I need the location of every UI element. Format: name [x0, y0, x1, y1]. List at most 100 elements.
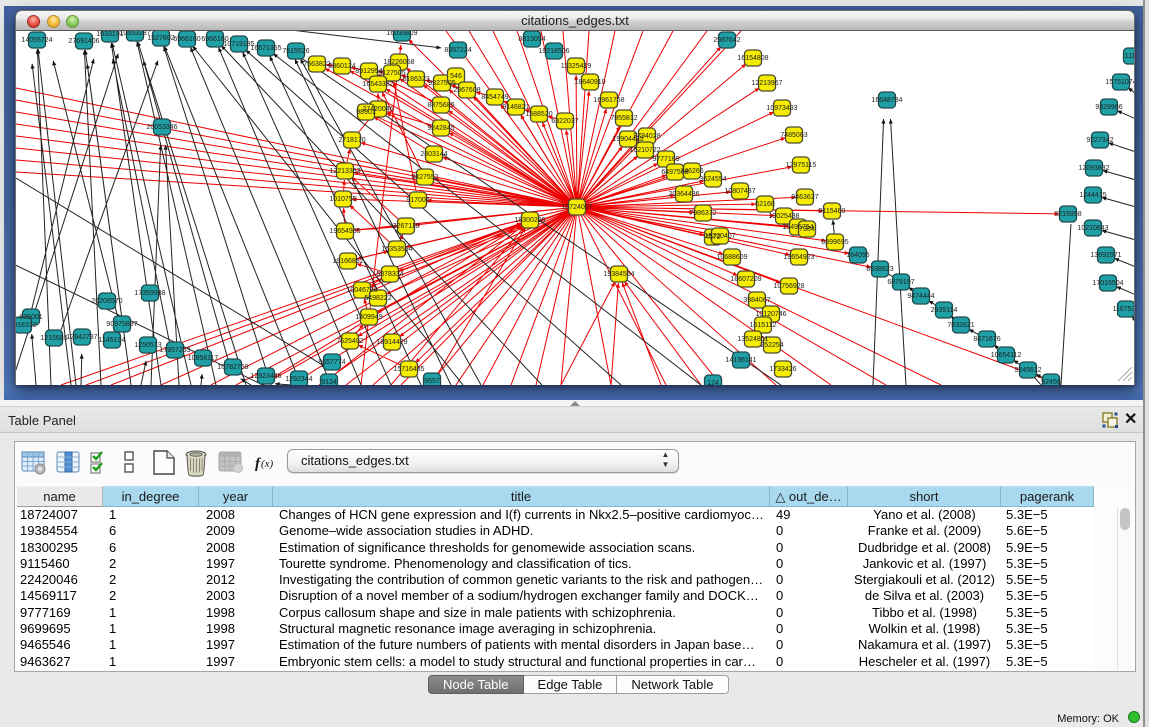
- svg-text:15751074: 15751074: [1105, 79, 1135, 86]
- svg-text:9463627: 9463627: [791, 194, 818, 201]
- svg-text:9657: 9657: [424, 378, 440, 385]
- svg-text:1215685: 1215685: [40, 335, 67, 342]
- svg-text:1409949: 1409949: [355, 314, 382, 321]
- svg-text:15716485: 15716485: [393, 366, 424, 373]
- svg-text:3984067: 3984067: [743, 297, 770, 304]
- svg-text:9474444: 9474444: [907, 293, 934, 300]
- svg-text:18226058: 18226058: [383, 59, 414, 66]
- svg-text:7515526: 7515526: [282, 48, 309, 55]
- svg-text:2803144: 2803144: [420, 151, 447, 158]
- svg-text:1527602: 1527602: [147, 35, 174, 42]
- svg-text:1292344: 1292344: [285, 376, 312, 383]
- svg-text:9777169: 9777169: [652, 156, 679, 163]
- svg-text:62160: 62160: [755, 201, 775, 208]
- svg-text:19654923: 19654923: [783, 254, 814, 261]
- svg-text:546: 546: [450, 73, 462, 80]
- svg-text:19654935: 19654935: [329, 228, 360, 235]
- svg-text:19384554: 19384554: [603, 271, 634, 278]
- svg-text:1733426: 1733426: [769, 366, 796, 373]
- svg-text:16154808: 16154808: [737, 55, 768, 62]
- svg-text:10688609: 10688609: [716, 254, 747, 261]
- svg-text:2935114: 2935114: [931, 307, 958, 314]
- svg-text:8813054: 8813054: [518, 36, 545, 43]
- svg-text:2987642: 2987642: [713, 37, 740, 44]
- svg-text:18607209: 18607209: [730, 276, 761, 283]
- svg-text:17359938: 17359938: [134, 290, 165, 297]
- svg-text:15720407: 15720407: [704, 233, 735, 240]
- svg-text:9242845: 9242845: [427, 125, 454, 132]
- svg-text:1010755: 1010755: [329, 196, 356, 203]
- svg-text:124: 124: [707, 380, 719, 385]
- svg-text:917006: 917006: [406, 197, 429, 204]
- svg-text:10210643: 10210643: [1077, 225, 1108, 232]
- svg-text:16914479: 16914479: [376, 339, 407, 346]
- svg-text:10654112: 10654112: [991, 352, 1022, 359]
- svg-text:8471676: 8471676: [973, 336, 1000, 343]
- svg-text:9115460: 9115460: [819, 208, 846, 215]
- svg-text:10807487: 10807487: [724, 188, 755, 195]
- svg-text:252254: 252254: [760, 342, 783, 349]
- svg-text:8357224: 8357224: [444, 47, 471, 54]
- svg-text:17957253: 17957253: [159, 347, 190, 354]
- svg-text:10025438: 10025438: [768, 213, 799, 220]
- svg-text:5498222: 5498222: [364, 295, 391, 302]
- svg-text:11325419: 11325419: [561, 63, 592, 70]
- svg-text:90975887: 90975887: [106, 321, 137, 328]
- svg-text:9794028: 9794028: [633, 133, 660, 140]
- svg-text:1112: 1112: [1125, 53, 1135, 60]
- svg-text:18724007: 18724007: [561, 204, 592, 211]
- svg-text:98901: 98901: [356, 109, 376, 116]
- svg-text:1615112: 1615112: [750, 322, 777, 329]
- svg-text:8875685: 8875685: [427, 102, 454, 109]
- svg-text:10973493: 10973493: [766, 105, 797, 112]
- svg-text:14055724: 14055724: [21, 37, 52, 44]
- svg-text:9327505: 9327505: [428, 80, 455, 87]
- svg-text:12093832: 12093832: [1078, 165, 1109, 172]
- svg-text:20206570: 20206570: [91, 298, 122, 305]
- svg-text:3918312: 3918312: [16, 322, 37, 329]
- svg-text:9134: 9134: [321, 379, 337, 385]
- svg-text:1588520: 1588520: [525, 111, 552, 118]
- svg-text:14136141: 14136141: [725, 357, 756, 364]
- svg-text:19166852: 19166852: [332, 258, 363, 265]
- svg-text:835001: 835001: [19, 314, 42, 321]
- svg-text:18640910: 18640910: [574, 79, 605, 86]
- svg-text:17016504: 17016504: [1092, 280, 1123, 287]
- svg-text:19218506: 19218506: [538, 48, 569, 55]
- svg-text:16961758: 16961758: [593, 97, 624, 104]
- svg-text:5878334: 5878334: [376, 271, 403, 278]
- svg-text:7625402: 7625402: [336, 338, 363, 345]
- svg-text:8427552: 8427552: [411, 174, 438, 181]
- svg-text:16648784: 16648784: [871, 97, 902, 104]
- svg-text:27691406: 27691406: [68, 38, 99, 45]
- svg-text:3215958: 3215958: [1054, 211, 1081, 218]
- svg-text:9329966: 9329966: [1095, 104, 1122, 111]
- svg-text:8938923: 8938923: [866, 266, 893, 273]
- svg-text:10958117: 10958117: [188, 355, 219, 362]
- svg-text:8454749: 8454749: [481, 94, 508, 101]
- svg-text:12213967: 12213967: [751, 80, 782, 87]
- svg-text:2367608: 2367608: [453, 87, 480, 94]
- svg-text:20053346: 20053346: [146, 124, 177, 131]
- svg-text:6322037: 6322037: [551, 118, 578, 125]
- svg-text:(x): (x): [261, 458, 274, 470]
- svg-text:16210722: 16210722: [629, 147, 660, 154]
- svg-text:8186323: 8186323: [402, 76, 429, 83]
- svg-text:3624554: 3624554: [699, 176, 726, 183]
- svg-text:1167534: 1167534: [1113, 306, 1135, 313]
- svg-text:92456: 92456: [1041, 379, 1061, 385]
- svg-text:8860124: 8860124: [328, 63, 355, 70]
- svg-text:10120746: 10120746: [755, 311, 786, 318]
- svg-text:12975115: 12975115: [786, 162, 817, 169]
- svg-text:9245612: 9245612: [1014, 367, 1041, 374]
- svg-text:1145194: 1145194: [99, 337, 126, 344]
- svg-text:6966160: 6966160: [173, 36, 200, 43]
- svg-text:10653287: 10653287: [119, 31, 150, 37]
- svg-text:746266: 746266: [680, 168, 703, 175]
- svg-text:12942737: 12942737: [66, 334, 97, 341]
- svg-text:1244415: 1244415: [1079, 192, 1106, 199]
- svg-text:3267110: 3267110: [393, 223, 420, 230]
- svg-text:9657774: 9657774: [318, 359, 345, 366]
- svg-text:16671355: 16671355: [250, 45, 281, 52]
- svg-text:16033809: 16033809: [386, 31, 417, 37]
